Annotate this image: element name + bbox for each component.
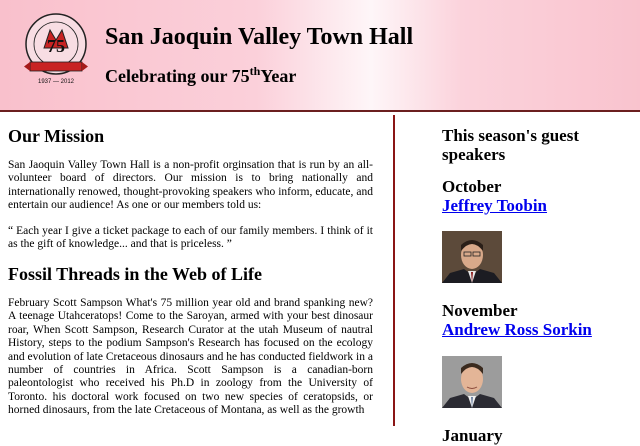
town-hall-75-logo[interactable]: 75 1937 — 2012	[20, 12, 92, 88]
tagline-superscript: th	[249, 64, 261, 78]
fossil-text: February Scott Sampson What's 75 million…	[8, 296, 373, 417]
speaker-link-jeffrey-toobin[interactable]: Jeffrey Toobin	[442, 196, 637, 216]
tagline-suffix: Year	[260, 66, 297, 86]
logo-years: 1937 — 2012	[38, 79, 75, 85]
site-title: San Jaoquin Valley Town Hall	[105, 24, 414, 50]
speakers-heading: This season's guest speakers	[442, 126, 579, 165]
column-divider	[393, 115, 395, 426]
speaker-photo-jeffrey-toobin[interactable]	[442, 231, 502, 284]
fossil-heading: Fossil Threads in the Web of Life	[8, 263, 263, 284]
mission-text: San Jaoquin Valley Town Hall is a non-pr…	[8, 159, 373, 212]
speakers-sidebar: This season's guest speakers October Jef…	[442, 122, 637, 446]
site-header: 75 1937 — 2012 San Jaoquin Valley Town H…	[0, 0, 640, 112]
logo-number: 75	[47, 36, 65, 56]
tagline-prefix: Celebrating our 75	[105, 66, 250, 86]
member-quote: “ Each year I give a ticket package to e…	[8, 224, 373, 251]
speaker-month-october: October	[442, 177, 502, 197]
speaker-month-november: November	[442, 301, 518, 321]
speaker-photo-andrew-ross-sorkin[interactable]	[442, 355, 502, 408]
mission-heading: Our Mission	[8, 126, 105, 146]
tagline: Celebrating our 75thYear	[105, 64, 297, 87]
speaker-link-andrew-ross-sorkin[interactable]: Andrew Ross Sorkin	[442, 320, 637, 340]
main-content: Our Mission San Jaoquin Valley Town Hall…	[8, 122, 373, 430]
speaker-month-january: January	[442, 425, 503, 445]
